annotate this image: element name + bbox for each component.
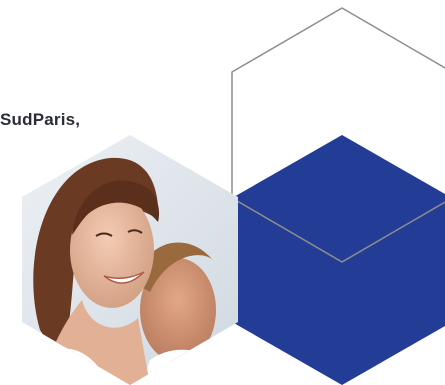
hero-graphic: SudParis,	[0, 0, 445, 385]
photo-hexagon	[22, 135, 238, 385]
hexagon-composition	[22, 7, 445, 385]
